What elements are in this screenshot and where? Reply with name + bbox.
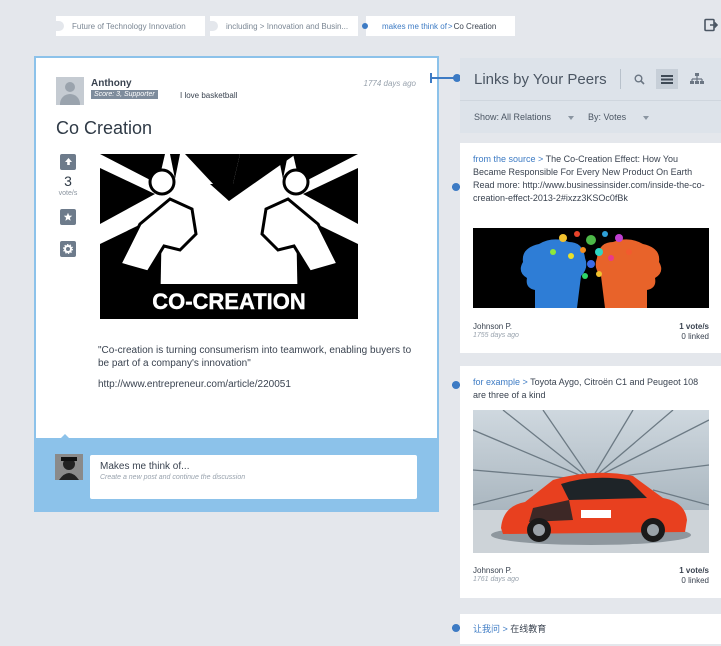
- avatar[interactable]: [56, 77, 84, 105]
- reply-bar: Makes me think of... Create a new post a…: [34, 434, 439, 512]
- breadcrumb-label: Co Creation: [453, 21, 497, 31]
- caret-down-icon: [568, 115, 575, 120]
- peers-title: Links by Your Peers: [474, 71, 607, 88]
- upvote-button[interactable]: [60, 154, 76, 170]
- card-votes: 1 vote/s: [679, 322, 709, 331]
- filter-bar: Show: All Relations By: Votes: [460, 100, 721, 133]
- reply-subtitle: Create a new post and continue the discu…: [100, 474, 246, 481]
- card-age: 1755 days ago: [473, 332, 519, 339]
- sort-filter-label: By: Votes: [588, 112, 627, 122]
- link-card[interactable]: for example > Toyota Aygo, Citroën C1 an…: [460, 366, 721, 598]
- search-button[interactable]: [628, 69, 650, 89]
- header-divider: [620, 69, 621, 89]
- post-title: Co Creation: [56, 118, 153, 138]
- tree-view-button[interactable]: [686, 69, 708, 89]
- breadcrumb-relation: makes me think of: [382, 21, 447, 31]
- post-url[interactable]: http://www.entrepreneur.com/article/2200…: [98, 379, 291, 390]
- chevron-right-icon: >: [500, 624, 511, 634]
- chevron-right-icon: >: [447, 21, 453, 31]
- chevron-right-icon: >: [520, 377, 531, 387]
- breadcrumb-label: including > Innovation and Busin...: [226, 21, 349, 31]
- peers-header: Links by Your Peers: [460, 58, 721, 100]
- gear-icon: [62, 243, 74, 255]
- link-card[interactable]: from the source > The Co-Creation Effect…: [460, 143, 721, 353]
- card-author[interactable]: Johnson P.: [473, 566, 512, 575]
- vote-count: 3: [64, 173, 72, 189]
- card-linked: 0 linked: [681, 576, 709, 585]
- post-quote: "Co-creation is turning consumerism into…: [98, 345, 412, 369]
- post-age: 1774 days ago: [363, 79, 417, 88]
- reply-title: Makes me think of...: [100, 461, 190, 472]
- chevron-right-icon: >: [535, 154, 546, 164]
- relation-label[interactable]: for example: [473, 377, 520, 387]
- vote-column: 3 vote/s: [56, 154, 80, 257]
- breadcrumb-item-current[interactable]: makes me think of > Co Creation: [362, 16, 515, 36]
- hierarchy-icon: [690, 73, 704, 84]
- sort-filter[interactable]: By: Votes: [588, 112, 650, 122]
- link-card-text: for example > Toyota Aygo, Citroën C1 an…: [473, 376, 711, 402]
- arrow-up-icon: [64, 158, 72, 165]
- settings-button[interactable]: [60, 241, 76, 257]
- list-view-button[interactable]: [656, 69, 678, 89]
- star-button[interactable]: [60, 209, 76, 225]
- brain-network-image: [473, 228, 709, 308]
- current-user-avatar[interactable]: [55, 454, 83, 480]
- star-icon: [63, 212, 73, 221]
- vote-unit: vote/s: [58, 190, 78, 197]
- link-card[interactable]: 让我问 > 在线教育: [460, 614, 721, 644]
- relation-label[interactable]: 让我问: [473, 624, 500, 634]
- card-votes: 1 vote/s: [679, 566, 709, 575]
- image-caption: CO-CREATION: [152, 289, 306, 314]
- link-title: 在线教育: [510, 624, 547, 634]
- post-author[interactable]: Anthony: [91, 78, 132, 89]
- relations-filter-label: Show: All Relations: [474, 112, 552, 122]
- relations-filter[interactable]: Show: All Relations: [474, 112, 575, 122]
- car-image: [473, 410, 709, 553]
- score-badge: Score: 3, Supporter: [91, 90, 158, 99]
- breadcrumb-label: Future of Technology Innovation: [72, 21, 186, 31]
- post-link-connector: [430, 73, 461, 83]
- breadcrumb-dot: [362, 23, 368, 29]
- breadcrumb-item[interactable]: including > Innovation and Busin...: [210, 16, 358, 36]
- post-card: Anthony Score: 3, Supporter I love baske…: [34, 56, 439, 440]
- card-linked: 0 linked: [681, 332, 709, 341]
- card-author[interactable]: Johnson P.: [473, 322, 512, 331]
- co-creation-image: CO-CREATION: [100, 154, 358, 319]
- relation-label[interactable]: from the source: [473, 154, 536, 164]
- caret-down-icon: [643, 115, 650, 120]
- card-age: 1761 days ago: [473, 576, 519, 583]
- breadcrumb-item[interactable]: Future of Technology Innovation: [56, 16, 205, 36]
- search-icon: [634, 74, 645, 85]
- new-post-input[interactable]: Makes me think of... Create a new post a…: [90, 455, 417, 499]
- exit-icon[interactable]: [704, 18, 718, 32]
- link-card-text: from the source > The Co-Creation Effect…: [473, 153, 711, 205]
- list-icon: [661, 74, 673, 84]
- author-bio: I love basketball: [180, 91, 238, 100]
